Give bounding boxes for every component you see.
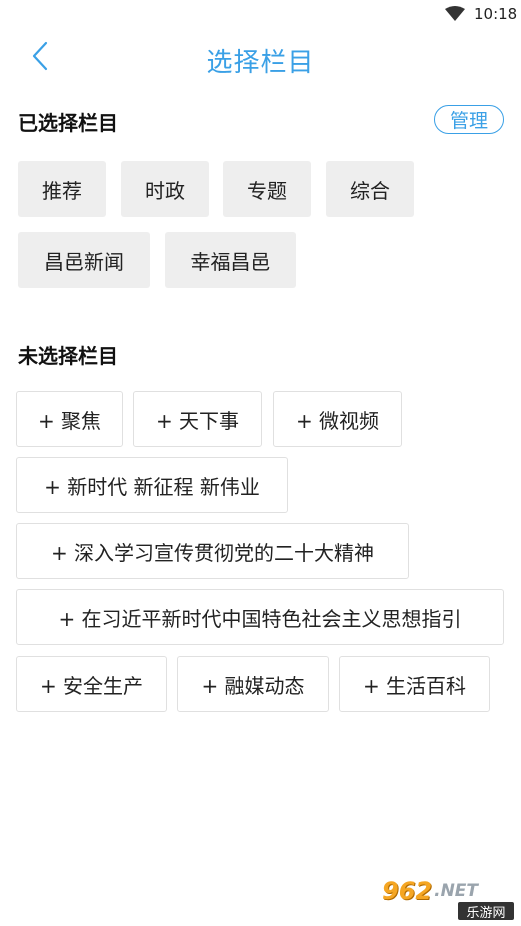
watermark-logo: 962 .NET 乐游网 bbox=[382, 877, 514, 921]
selected-channel-chip[interactable]: 昌邑新闻 bbox=[18, 232, 150, 288]
unselected-channel-chip[interactable]: + 聚焦 bbox=[16, 391, 123, 447]
manage-button[interactable]: 管理 bbox=[434, 105, 504, 134]
header: 选择栏目 bbox=[0, 28, 521, 88]
status-bar: 10:18 bbox=[0, 0, 521, 28]
watermark-brand: 962 bbox=[382, 877, 433, 905]
unselected-channel-chip[interactable]: + 在习近平新时代中国特色社会主义思想指引 bbox=[16, 589, 504, 645]
selected-channel-chip[interactable]: 推荐 bbox=[18, 161, 106, 217]
selected-channel-chip[interactable]: 幸福昌邑 bbox=[165, 232, 296, 288]
unselected-channel-chip[interactable]: + 新时代 新征程 新伟业 bbox=[16, 457, 288, 513]
unselected-channel-chip[interactable]: + 融媒动态 bbox=[177, 656, 329, 712]
selected-channel-chip[interactable]: 综合 bbox=[326, 161, 414, 217]
unselected-section-title: 未选择栏目 bbox=[18, 344, 118, 368]
wifi-icon bbox=[445, 6, 465, 22]
watermark-tagline: 乐游网 bbox=[458, 902, 514, 921]
unselected-channel-chip[interactable]: + 天下事 bbox=[133, 391, 262, 447]
unselected-channel-chip[interactable]: + 安全生产 bbox=[16, 656, 167, 712]
selected-channel-chip[interactable]: 专题 bbox=[223, 161, 311, 217]
selected-channel-chip[interactable]: 时政 bbox=[121, 161, 209, 217]
unselected-channel-chip[interactable]: + 深入学习宣传贯彻党的二十大精神 bbox=[16, 523, 409, 579]
unselected-channel-chip[interactable]: + 微视频 bbox=[273, 391, 402, 447]
page-title: 选择栏目 bbox=[206, 48, 315, 78]
watermark-domain: .NET bbox=[434, 881, 479, 901]
unselected-channel-chip[interactable]: + 生活百科 bbox=[339, 656, 490, 712]
status-time: 10:18 bbox=[474, 5, 518, 23]
selected-section-title: 已选择栏目 bbox=[18, 111, 118, 135]
